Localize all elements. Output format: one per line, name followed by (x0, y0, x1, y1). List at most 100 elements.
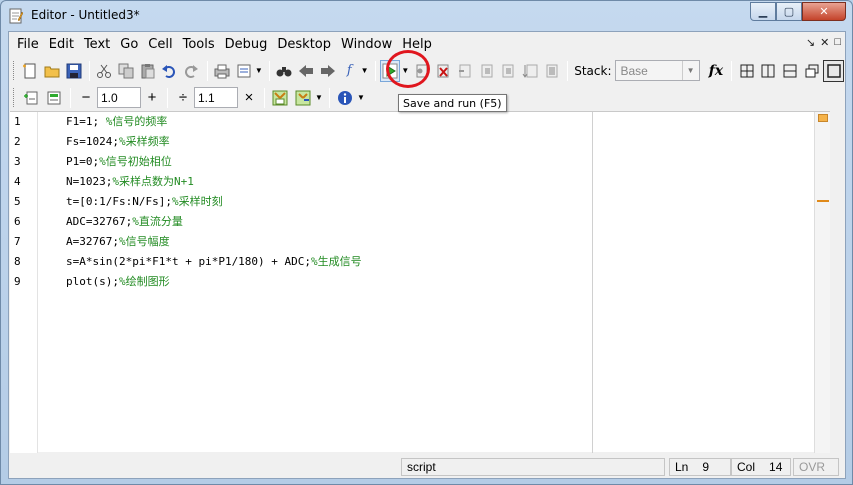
info-dropdown-icon[interactable]: ▼ (357, 93, 365, 102)
line-number: 3 (14, 155, 21, 168)
code-comment: %生成信号 (311, 255, 362, 268)
split-vertical-icon[interactable] (758, 60, 779, 82)
right-text-limit-line (592, 112, 593, 453)
editor-client: File Edit Text Go Cell Tools Debug Deskt… (8, 31, 846, 479)
cut-icon[interactable] (94, 60, 115, 82)
menu-debug[interactable]: Debug (220, 37, 273, 52)
editor-window: Editor - Untitled3* ▁ ▢ ✕ File Edit Text… (0, 0, 853, 485)
code-comment: %信号初始相位 (99, 155, 172, 168)
code-line[interactable]: t=[0:1/Fs:N/Fs];%采样时刻 (66, 192, 362, 212)
publish-dropdown-icon[interactable]: ▼ (255, 66, 263, 75)
function-dropdown-icon[interactable]: ▼ (361, 66, 369, 75)
clear-breakpoints-icon[interactable] (433, 60, 454, 82)
close-document-icon[interactable]: ✕ (820, 36, 829, 49)
stack-select[interactable]: Base ▼ (614, 60, 700, 81)
increment-value-input[interactable]: 1.0 (97, 87, 141, 108)
step-out-icon[interactable] (498, 60, 519, 82)
code-line[interactable]: s=A*sin(2*pi*F1*t + pi*P1/180) + ADC;%生成… (66, 252, 362, 272)
toolbar-grip[interactable] (13, 61, 16, 80)
vertical-scrollbar[interactable] (814, 112, 830, 453)
increment-button[interactable]: + (141, 89, 163, 106)
line-number: 5 (14, 195, 21, 208)
multiply-button[interactable]: × (238, 89, 260, 106)
fx-icon[interactable]: fx (706, 60, 727, 82)
chevron-down-icon[interactable]: ▼ (681, 61, 699, 80)
status-overwrite: OVR (793, 458, 839, 476)
function-browser-icon[interactable]: f (339, 60, 360, 82)
toolbar-separator (567, 60, 569, 81)
back-arrow-icon[interactable] (296, 60, 317, 82)
code-analyzer-indicator[interactable] (818, 114, 828, 122)
toolbar-separator (167, 87, 168, 108)
line-number: 7 (14, 235, 21, 248)
menu-help[interactable]: Help (397, 37, 437, 52)
warning-marker[interactable] (817, 200, 829, 202)
code-line[interactable]: Fs=1024;%采样频率 (66, 132, 362, 152)
step-in-icon[interactable] (476, 60, 497, 82)
code-text[interactable]: F1=1; %信号的频率 Fs=1024;%采样频率 P1=0;%信号初始相位 … (66, 112, 362, 292)
float-window-icon[interactable] (801, 60, 822, 82)
info-icon[interactable] (334, 87, 356, 109)
code-editor[interactable]: 1 2 3 4 5 6 7 8 9 F1=1; %信号的频率 Fs=1024;%… (10, 111, 830, 453)
evaluate-cell-icon[interactable] (269, 87, 291, 109)
divide-button[interactable]: ÷ (172, 89, 194, 106)
tile-grid-icon[interactable] (736, 60, 757, 82)
forward-arrow-icon[interactable] (317, 60, 338, 82)
print-icon[interactable] (212, 60, 233, 82)
maximize-pane-icon[interactable] (823, 59, 844, 82)
code-line[interactable]: plot(s);%绘制图形 (66, 272, 362, 292)
close-button[interactable]: ✕ (802, 2, 846, 21)
toolbar-separator (88, 60, 90, 81)
status-line: Ln 9 (669, 458, 731, 476)
menu-window[interactable]: Window (336, 37, 397, 52)
menu-edit[interactable]: Edit (44, 37, 79, 52)
decrement-button[interactable]: − (75, 89, 97, 106)
title-bar[interactable]: Editor - Untitled3* ▁ ▢ ✕ (1, 1, 852, 31)
menu-text[interactable]: Text (79, 37, 115, 52)
maximize-document-icon[interactable]: □ (834, 36, 841, 49)
copy-icon[interactable] (116, 60, 137, 82)
insert-cell-divider-icon[interactable] (20, 87, 42, 109)
open-folder-icon[interactable] (42, 60, 63, 82)
code-line[interactable]: P1=0;%信号初始相位 (66, 152, 362, 172)
menu-bar: File Edit Text Go Cell Tools Debug Deskt… (9, 32, 845, 56)
find-binoculars-icon[interactable] (274, 60, 295, 82)
publish-icon[interactable] (233, 60, 254, 82)
toolbar-grip[interactable] (13, 88, 16, 107)
save-icon[interactable] (63, 60, 84, 82)
toolbar-separator (268, 60, 270, 81)
multiply-value-input[interactable]: 1.1 (194, 87, 238, 108)
line-number: 9 (14, 275, 21, 288)
paste-icon[interactable] (137, 60, 158, 82)
maximize-button[interactable]: ▢ (776, 2, 802, 21)
code-line[interactable]: ADC=32767;%直流分量 (66, 212, 362, 232)
menu-go[interactable]: Go (115, 37, 143, 52)
code-line[interactable]: A=32767;%信号幅度 (66, 232, 362, 252)
menu-desktop[interactable]: Desktop (272, 37, 336, 52)
status-file-type: script (401, 458, 665, 476)
exit-debug-icon[interactable] (542, 60, 563, 82)
undo-icon[interactable] (159, 60, 180, 82)
evaluate-advance-icon[interactable] (292, 87, 314, 109)
code-comment: %采样时刻 (171, 195, 223, 208)
menu-tools[interactable]: Tools (178, 37, 220, 52)
undock-icon[interactable]: ↘ (806, 36, 815, 49)
new-file-icon[interactable] (20, 60, 41, 82)
menu-cell[interactable]: Cell (143, 37, 177, 52)
redo-icon[interactable] (181, 60, 202, 82)
editor-app-icon (9, 8, 23, 24)
split-horizontal-icon[interactable] (780, 60, 801, 82)
continue-icon[interactable] (520, 60, 541, 82)
toolbar-separator (329, 87, 330, 108)
menu-file[interactable]: File (12, 37, 44, 52)
toolbar-separator (70, 87, 71, 108)
status-column: Col 14 (731, 458, 791, 476)
run-button-highlight (386, 50, 430, 88)
minimize-button[interactable]: ▁ (750, 2, 776, 21)
evaluate-dropdown-icon[interactable]: ▼ (315, 93, 323, 102)
code-line[interactable]: N=1023;%采样点数为N+1 (66, 172, 362, 192)
step-icon[interactable] (455, 60, 476, 82)
line-number: 4 (14, 175, 21, 188)
code-line[interactable]: F1=1; %信号的频率 (66, 112, 362, 132)
cell-title-icon[interactable] (43, 87, 65, 109)
